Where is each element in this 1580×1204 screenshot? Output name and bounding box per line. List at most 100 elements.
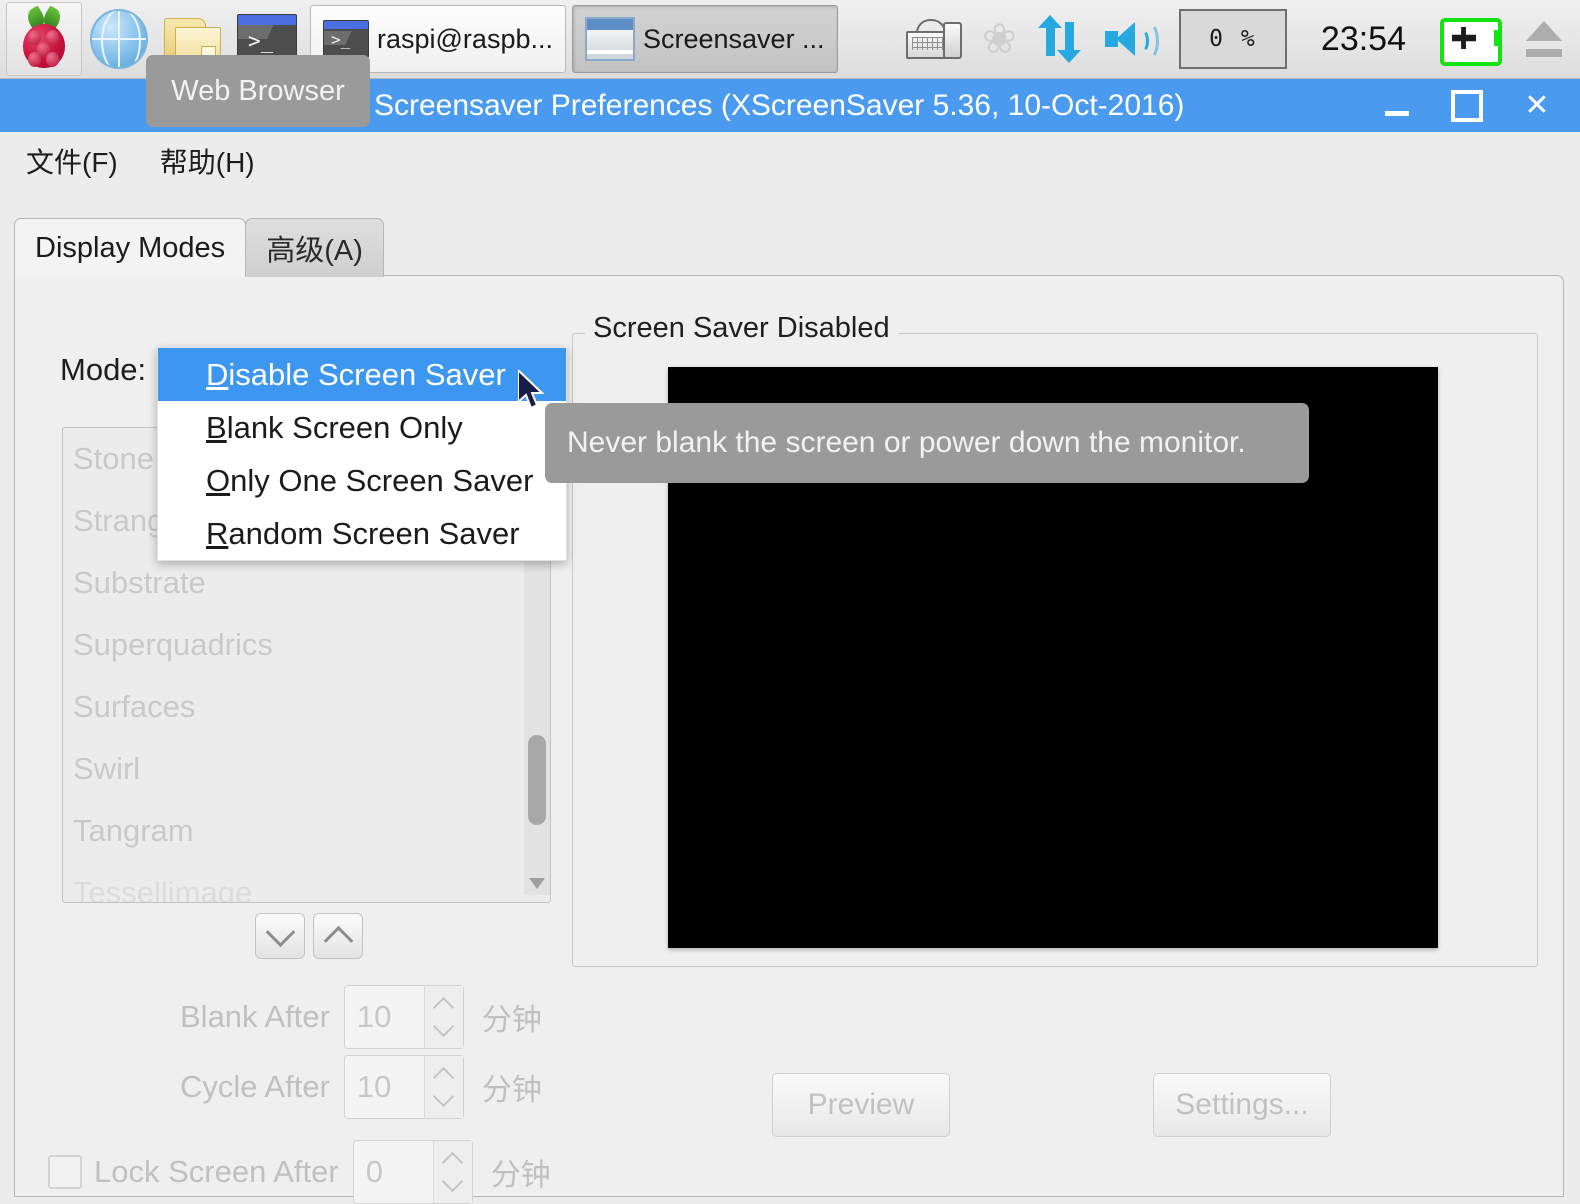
menu-item-label: lank Screen Only [226, 409, 463, 445]
blank-after-unit: 分钟 [481, 1004, 542, 1037]
list-sort-buttons [255, 913, 363, 959]
menu-item-accelerator: O [206, 462, 231, 498]
tabstrip: Display Modes 高级(A) [14, 218, 384, 277]
mouse-cursor [517, 367, 548, 414]
window-controls: ✕ [1380, 89, 1580, 123]
system-tray: ❀ 0 % 23:54 [896, 0, 1580, 78]
scrollbar-thumb[interactable] [528, 735, 546, 825]
taskbar-window-screensaver[interactable]: Screensaver ... [571, 5, 838, 73]
mode-hint-tooltip: Never blank the screen or power down the… [545, 403, 1309, 483]
minimize-button[interactable] [1380, 89, 1414, 123]
taskbar-window-label: Screensaver ... [642, 23, 825, 54]
chevron-down-icon[interactable] [433, 1085, 455, 1108]
network-tray-button[interactable] [1027, 4, 1093, 74]
menubar: 文件(F) 帮助(H) [0, 132, 1580, 190]
menu-item-blank-screen-only[interactable]: Blank Screen Only [158, 401, 566, 454]
raspberry-icon [15, 5, 73, 70]
lock-screen-after-row: Lock Screen After 0 分钟 [48, 1140, 551, 1204]
menu-item-label: nly One Screen Saver [230, 462, 534, 498]
eject-icon [1522, 19, 1566, 59]
window-icon [584, 17, 635, 61]
tab-label: 高级(A) [266, 235, 363, 267]
chevron-up-icon [323, 925, 353, 956]
bluetooth-tray-button[interactable]: ❀ [972, 4, 1027, 74]
cycle-after-value: 10 [356, 1069, 392, 1104]
close-icon[interactable]: ✕ [1520, 89, 1554, 123]
menu-file[interactable]: 文件(F) [16, 137, 128, 185]
menu-item-only-one-screen-saver[interactable]: Only One Screen Saver [158, 454, 566, 507]
list-item[interactable]: Tangram [63, 800, 550, 862]
settings-button-label: Settings... [1175, 1088, 1309, 1121]
volume-icon [1103, 18, 1159, 60]
menu-item-disable-screen-saver[interactable]: Disable Screen Saver [158, 348, 566, 401]
keyboard-mouse-tray-button[interactable] [896, 4, 972, 74]
menu-item-label: andom Screen Saver [228, 515, 520, 551]
chevron-up-icon[interactable] [433, 996, 455, 1019]
clock[interactable]: 23:54 [1297, 4, 1430, 74]
cycle-after-stepper[interactable]: 10 [343, 1055, 464, 1119]
taskbar-window-label: raspi@raspb... [377, 23, 553, 54]
list-item[interactable]: Tessellimage [63, 862, 550, 902]
lock-screen-after-value: 0 [365, 1154, 383, 1189]
lock-screen-after-unit: 分钟 [490, 1159, 551, 1192]
settings-button[interactable]: Settings... [1153, 1073, 1331, 1137]
scroll-down-arrow-icon[interactable] [529, 878, 545, 889]
lock-screen-after-stepper[interactable]: 0 [352, 1140, 473, 1204]
stepper-buttons[interactable] [423, 1056, 463, 1118]
web-browser-launcher[interactable] [82, 3, 156, 75]
tab-label: Display Modes [35, 231, 226, 264]
cycle-after-row: Cycle After 10 分钟 [180, 1055, 542, 1119]
mode-dropdown-menu[interactable]: Disable Screen Saver Blank Screen Only O… [157, 347, 567, 561]
web-browser-tooltip: Web Browser [146, 55, 370, 127]
lock-screen-after-label: Lock Screen After [94, 1154, 339, 1189]
tab-display-modes[interactable]: Display Modes [14, 218, 247, 277]
chevron-up-icon[interactable] [433, 1066, 455, 1089]
group-title: Screen Saver Disabled [585, 312, 898, 345]
preview-button-label: Preview [807, 1088, 915, 1121]
bluetooth-icon: ❀ [981, 15, 1017, 62]
list-item[interactable]: Superquadrics [63, 614, 550, 676]
raspberry-menu-button[interactable] [6, 2, 82, 76]
menu-item-accelerator: B [206, 409, 227, 445]
menu-item-random-screen-saver[interactable]: Random Screen Saver [158, 507, 566, 560]
list-item[interactable]: Substrate [63, 552, 550, 614]
keyboard-mouse-icon [905, 19, 962, 59]
tooltip-text: Never blank the screen or power down the… [567, 426, 1246, 459]
chevron-up-icon[interactable] [442, 1151, 464, 1174]
menu-item-accelerator: R [206, 515, 229, 551]
menu-item-label: isable Screen Saver [228, 356, 506, 392]
blank-after-row: Blank After 10 分钟 [180, 985, 542, 1049]
battery-tray-button[interactable] [1430, 4, 1512, 74]
network-updown-icon [1037, 15, 1083, 63]
clock-label: 23:54 [1320, 19, 1406, 58]
blank-after-label: Blank After [180, 999, 330, 1034]
move-down-button[interactable] [255, 913, 305, 959]
cycle-after-label: Cycle After [180, 1069, 330, 1104]
chevron-down-icon[interactable] [433, 1015, 455, 1038]
preview-button[interactable]: Preview [772, 1073, 950, 1137]
blank-after-stepper[interactable]: 10 [343, 985, 464, 1049]
mode-label: Mode: [60, 352, 147, 387]
lock-screen-checkbox[interactable] [48, 1155, 82, 1189]
menu-help[interactable]: 帮助(H) [150, 137, 265, 185]
cpu-monitor[interactable]: 0 % [1169, 4, 1297, 74]
stepper-buttons[interactable] [423, 986, 463, 1048]
maximize-button[interactable] [1450, 89, 1484, 123]
list-item[interactable]: Swirl [63, 738, 550, 800]
list-item[interactable]: Surfaces [63, 676, 550, 738]
chevron-down-icon [265, 916, 295, 947]
tab-advanced[interactable]: 高级(A) [245, 218, 384, 277]
cpu-usage-box: 0 % [1178, 9, 1287, 69]
battery-charging-icon [1440, 18, 1502, 66]
volume-tray-button[interactable] [1093, 4, 1169, 74]
cpu-usage-label: 0 % [1209, 26, 1257, 52]
globe-icon [90, 9, 148, 69]
eject-tray-button[interactable] [1512, 4, 1576, 74]
terminal-icon: >_ [323, 20, 369, 58]
cycle-after-unit: 分钟 [481, 1074, 542, 1107]
stepper-buttons[interactable] [432, 1141, 472, 1203]
chevron-down-icon[interactable] [442, 1170, 464, 1193]
blank-after-value: 10 [356, 999, 392, 1034]
move-up-button[interactable] [313, 913, 363, 959]
tooltip-text: Web Browser [171, 74, 345, 107]
